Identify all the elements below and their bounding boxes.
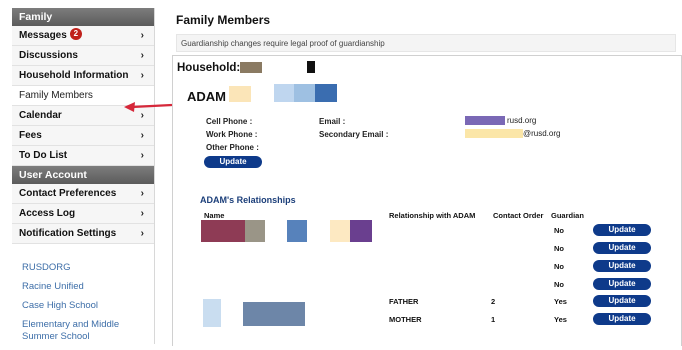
secondary-email-value: @rusd.org (523, 129, 561, 138)
user-account-section-header: User Account (12, 166, 154, 184)
unread-count-badge: 2 (69, 28, 82, 41)
sidebar-item-contact-preferences[interactable]: Contact Preferences › (12, 184, 154, 204)
link-racine-unified[interactable]: Racine Unified (22, 281, 142, 293)
sidebar-item-household-information[interactable]: Household Information › (12, 66, 154, 86)
guardian-cell: No (554, 280, 564, 289)
work-phone-label: Work Phone : (206, 130, 258, 139)
update-member-button[interactable]: Update (204, 156, 262, 168)
cell-phone-label: Cell Phone : (206, 117, 253, 126)
secondary-email-label: Secondary Email : (319, 130, 389, 139)
chevron-right-icon: › (140, 208, 144, 219)
household-panel: Household: ADAM Cell Phone : Work Phone … (172, 55, 682, 346)
column-header-relationship: Relationship with ADAM (389, 211, 476, 220)
link-case-high-school[interactable]: Case High School (22, 300, 142, 312)
chevron-right-icon: › (140, 70, 144, 81)
link-summer-school[interactable]: Elementary and Middle Summer School (22, 319, 142, 343)
relationships-title: ADAM's Relationships (200, 195, 296, 205)
sidebar-item-label: Family Members (19, 90, 93, 101)
chevron-right-icon: › (140, 130, 144, 141)
contact-order-cell: 2 (491, 297, 496, 306)
chevron-right-icon: › (140, 30, 144, 41)
chevron-right-icon: › (140, 188, 144, 199)
update-relationship-button[interactable]: Update (593, 260, 651, 272)
contact-order-cell: 1 (491, 315, 496, 324)
update-relationship-button[interactable]: Update (593, 278, 651, 290)
redacted-relative-name (350, 220, 372, 242)
sidebar-item-label: Messages (19, 30, 67, 41)
update-relationship-button[interactable]: Update (593, 224, 651, 236)
redacted-relative-name (330, 220, 350, 242)
redacted-member-info (294, 84, 315, 102)
redacted-member-info (274, 84, 294, 102)
sidebar-item-label: Access Log (19, 208, 76, 219)
sidebar-item-notification-settings[interactable]: Notification Settings › (12, 224, 154, 244)
sidebar-item-discussions[interactable]: Discussions › (12, 46, 154, 66)
relationship-cell: FATHER (389, 297, 419, 306)
column-header-name: Name (204, 211, 225, 220)
guardianship-notice: Guardianship changes require legal proof… (176, 34, 676, 52)
sidebar-item-access-log[interactable]: Access Log › (12, 204, 154, 224)
redacted-relative-name (243, 302, 305, 326)
link-rusdorg[interactable]: RUSDORG (22, 262, 142, 274)
column-header-guardian: Guardian (551, 211, 584, 220)
main-content: Family Members Guardianship changes requ… (170, 0, 682, 346)
redacted-relative-photo (203, 299, 221, 327)
guardian-cell: No (554, 226, 564, 235)
redacted-relative-name (287, 220, 307, 242)
email-value: rusd.org (507, 116, 537, 125)
other-phone-label: Other Phone : (206, 143, 259, 152)
page-title: Family Members (176, 13, 271, 27)
redacted-member-photo (229, 86, 251, 102)
redacted-member-info (315, 84, 337, 102)
redacted-relative-name (201, 220, 245, 242)
chevron-right-icon: › (140, 50, 144, 61)
redacted-email (465, 116, 505, 125)
column-header-contact-order: Contact Order (493, 211, 544, 220)
sidebar-item-label: Calendar (19, 110, 62, 121)
guardian-cell: No (554, 262, 564, 271)
pointer-arrow-icon (124, 102, 173, 112)
guardian-cell: No (554, 244, 564, 253)
household-label: Household: (177, 62, 241, 74)
sidebar-item-label: To Do List (19, 150, 68, 161)
sidebar-item-messages[interactable]: Messages 2 › (12, 26, 154, 46)
sidebar: Family Messages 2 › Discussions › Househo… (12, 8, 173, 344)
sidebar-item-label: Contact Preferences (19, 188, 117, 199)
redacted-relative-name (245, 220, 265, 242)
chevron-right-icon: › (140, 228, 144, 239)
redacted-secondary-email (465, 129, 523, 138)
update-relationship-button[interactable]: Update (593, 295, 651, 307)
email-label: Email : (319, 117, 346, 126)
sidebar-item-label: Discussions (19, 50, 78, 61)
relationship-cell: MOTHER (389, 315, 422, 324)
sidebar-item-label: Fees (19, 130, 42, 141)
sidebar-links: RUSDORG Racine Unified Case High School … (22, 262, 142, 350)
family-section-header: Family (12, 8, 154, 26)
sidebar-item-label: Notification Settings (19, 228, 117, 239)
sidebar-item-to-do-list[interactable]: To Do List › (12, 146, 154, 166)
redacted-household-id (307, 61, 315, 73)
sidebar-item-fees[interactable]: Fees › (12, 126, 154, 146)
redacted-household-name (240, 62, 262, 73)
chevron-right-icon: › (140, 150, 144, 161)
update-relationship-button[interactable]: Update (593, 242, 651, 254)
sidebar-item-label: Household Information (19, 70, 129, 81)
member-name: ADAM (187, 89, 226, 104)
update-relationship-button[interactable]: Update (593, 313, 651, 325)
guardian-cell: Yes (554, 315, 567, 324)
guardian-cell: Yes (554, 297, 567, 306)
